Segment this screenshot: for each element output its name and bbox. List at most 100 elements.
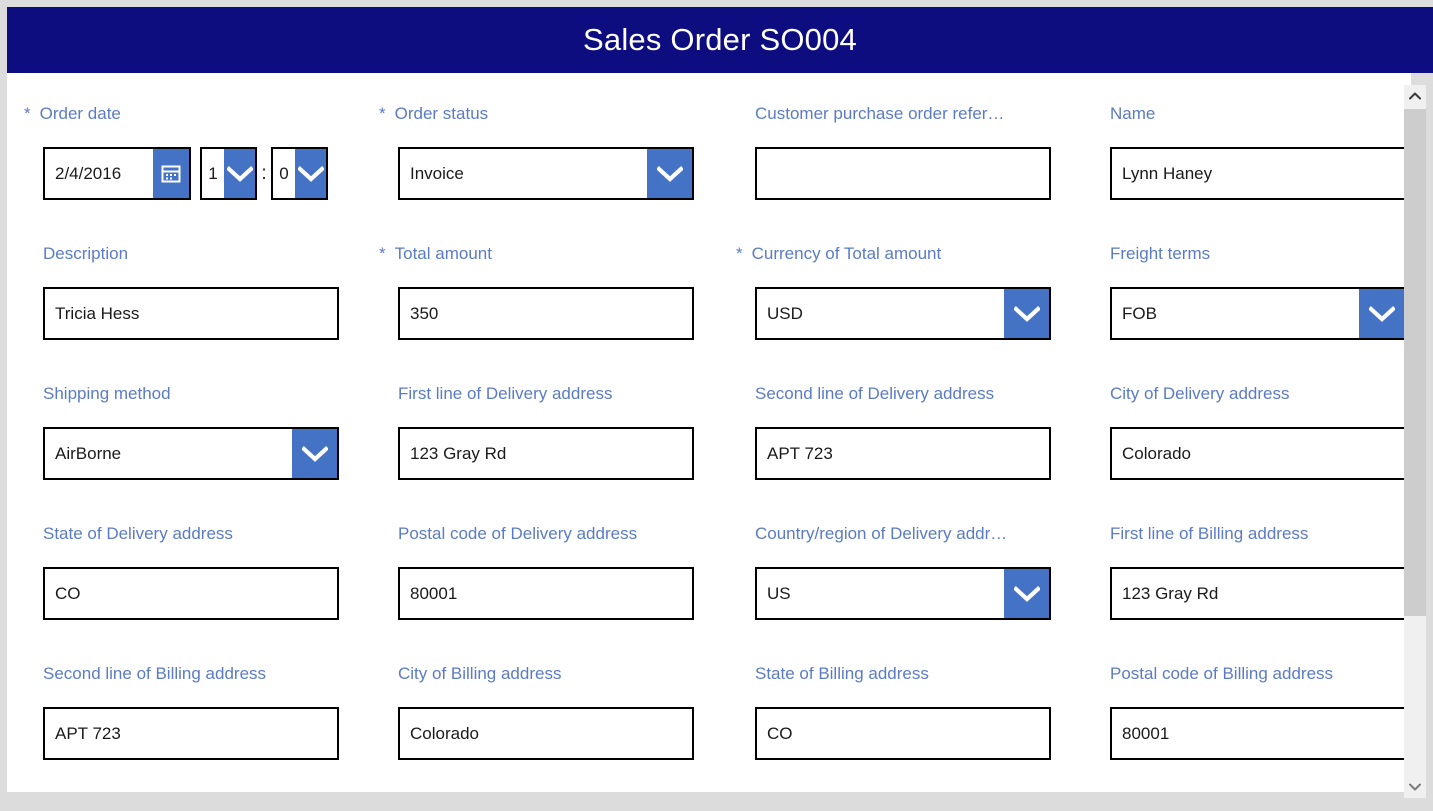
input-state-of-billing-address[interactable]: CO: [755, 707, 1051, 760]
label-country-region-of-delivery-addr: Country/region of Delivery addr…: [755, 522, 1051, 546]
label-shipping-method: Shipping method: [43, 382, 339, 406]
label-order-date: * Order date: [24, 102, 328, 126]
label-text: Name: [1110, 104, 1156, 123]
field-state-of-delivery-address: State of Delivery address CO: [43, 493, 339, 620]
control-container: 123 Gray Rd: [1110, 567, 1406, 620]
control-container: CO: [43, 567, 339, 620]
input-city-of-billing-address[interactable]: Colorado: [398, 707, 694, 760]
control-container: 2/4/2016 1:0: [43, 147, 328, 200]
label-text: First line of Delivery address: [398, 384, 613, 403]
chevron-down-icon[interactable]: [1359, 289, 1404, 338]
hour-dropdown[interactable]: 1: [200, 147, 257, 200]
required-asterisk: *: [379, 244, 386, 263]
scroll-up-button[interactable]: [1404, 85, 1426, 107]
dropdown-value: USD: [767, 303, 803, 323]
field-order-status: * Order status Invoice: [379, 73, 694, 200]
chevron-down-icon[interactable]: [292, 429, 337, 478]
dropdown-shipping-method[interactable]: AirBorne: [43, 427, 339, 480]
label-postal-code-of-billing-address: Postal code of Billing address: [1110, 662, 1406, 686]
control-container: 80001: [398, 567, 694, 620]
chevron-down-icon[interactable]: [1004, 569, 1049, 618]
dropdown-value: AirBorne: [55, 443, 122, 463]
control-container: 80001: [1110, 707, 1406, 760]
chevron-up-icon: [1409, 92, 1421, 100]
dropdown-currency-of-total-amount[interactable]: USD: [755, 287, 1051, 340]
form-row: Shipping method AirBorne First line of Del…: [7, 353, 1411, 493]
field-customer-purchase-order-refer: Customer purchase order refer…: [755, 73, 1051, 200]
control-container: Colorado: [1110, 427, 1406, 480]
label-text: City of Delivery address: [1110, 384, 1290, 403]
form-row: State of Delivery address CO Postal code o…: [7, 493, 1411, 633]
control-container: 123 Gray Rd: [398, 427, 694, 480]
minute-value: 0: [279, 163, 289, 183]
label-freight-terms: Freight terms: [1110, 242, 1406, 266]
label-first-line-of-delivery-address: First line of Delivery address: [398, 382, 694, 406]
dropdown-country-region-of-delivery-addr[interactable]: US: [755, 567, 1051, 620]
control-container: Lynn Haney: [1110, 147, 1406, 200]
label-city-of-billing-address: City of Billing address: [398, 662, 694, 686]
input-city-of-delivery-address[interactable]: Colorado: [1110, 427, 1406, 480]
hour-value: 1: [208, 163, 218, 183]
date-input[interactable]: 2/4/2016: [45, 149, 153, 198]
control-container: [755, 147, 1051, 200]
label-text: Postal code of Delivery address: [398, 524, 638, 543]
minute-dropdown[interactable]: 0: [271, 147, 328, 200]
time-separator: :: [261, 162, 267, 184]
required-asterisk: *: [379, 104, 386, 123]
label-text: Order status: [394, 104, 489, 123]
field-shipping-method: Shipping method AirBorne: [43, 353, 339, 480]
label-state-of-delivery-address: State of Delivery address: [43, 522, 339, 546]
chevron-down-icon[interactable]: [1004, 289, 1049, 338]
label-text: Description: [43, 244, 129, 263]
control-container: FOB: [1110, 287, 1406, 340]
field-city-of-delivery-address: City of Delivery address Colorado: [1110, 353, 1406, 480]
field-state-of-billing-address: State of Billing address CO: [755, 633, 1051, 760]
input-customer-purchase-order-refer[interactable]: [755, 147, 1051, 200]
label-text: Second line of Billing address: [43, 664, 267, 683]
chevron-down-icon[interactable]: [224, 149, 255, 198]
control-container: USD: [755, 287, 1051, 340]
datetime-group: 2/4/2016 1:0: [43, 147, 328, 200]
label-description: Description: [43, 242, 339, 266]
control-container: Colorado: [398, 707, 694, 760]
input-second-line-of-delivery-address[interactable]: APT 723: [755, 427, 1051, 480]
control-container: Tricia Hess: [43, 287, 339, 340]
calendar-icon[interactable]: [153, 149, 189, 198]
field-first-line-of-billing-address: First line of Billing address 123 Gray Rd: [1110, 493, 1406, 620]
chevron-down-icon[interactable]: [647, 149, 692, 198]
vertical-scrollbar[interactable]: [1404, 85, 1426, 798]
input-description[interactable]: Tricia Hess: [43, 287, 339, 340]
window-title-bar: Sales Order SO004: [7, 7, 1433, 73]
input-total-amount[interactable]: 350: [398, 287, 694, 340]
date-picker[interactable]: 2/4/2016: [43, 147, 191, 200]
input-first-line-of-delivery-address[interactable]: 123 Gray Rd: [398, 427, 694, 480]
label-text: First line of Billing address: [1110, 524, 1309, 543]
required-asterisk: *: [736, 244, 743, 263]
control-container: US: [755, 567, 1051, 620]
label-order-status: * Order status: [379, 102, 694, 126]
input-postal-code-of-billing-address[interactable]: 80001: [1110, 707, 1406, 760]
label-total-amount: * Total amount: [379, 242, 694, 266]
scroll-down-button[interactable]: [1404, 776, 1426, 798]
label-state-of-billing-address: State of Billing address: [755, 662, 1051, 686]
sales-order-window: Sales Order SO004 * Order date 2/4/2016 1:0…: [0, 0, 1433, 811]
label-text: Second line of Delivery address: [755, 384, 995, 403]
input-state-of-delivery-address[interactable]: CO: [43, 567, 339, 620]
input-second-line-of-billing-address[interactable]: APT 723: [43, 707, 339, 760]
input-postal-code-of-delivery-address[interactable]: 80001: [398, 567, 694, 620]
chevron-down-icon[interactable]: [295, 149, 326, 198]
label-name: Name: [1110, 102, 1406, 126]
field-total-amount: * Total amount 350: [379, 213, 694, 340]
label-second-line-of-delivery-address: Second line of Delivery address: [755, 382, 1051, 406]
label-text: State of Delivery address: [43, 524, 233, 543]
label-currency-of-total-amount: * Currency of Total amount: [736, 242, 1051, 266]
control-container: Invoice: [398, 147, 694, 200]
dropdown-order-status[interactable]: Invoice: [398, 147, 694, 200]
field-first-line-of-delivery-address: First line of Delivery address 123 Gray R…: [398, 353, 694, 480]
scrollbar-thumb[interactable]: [1404, 109, 1426, 616]
dropdown-freight-terms[interactable]: FOB: [1110, 287, 1406, 340]
input-name[interactable]: Lynn Haney: [1110, 147, 1406, 200]
input-first-line-of-billing-address[interactable]: 123 Gray Rd: [1110, 567, 1406, 620]
field-currency-of-total-amount: * Currency of Total amount USD: [736, 213, 1051, 340]
chevron-down-icon: [1409, 783, 1421, 791]
